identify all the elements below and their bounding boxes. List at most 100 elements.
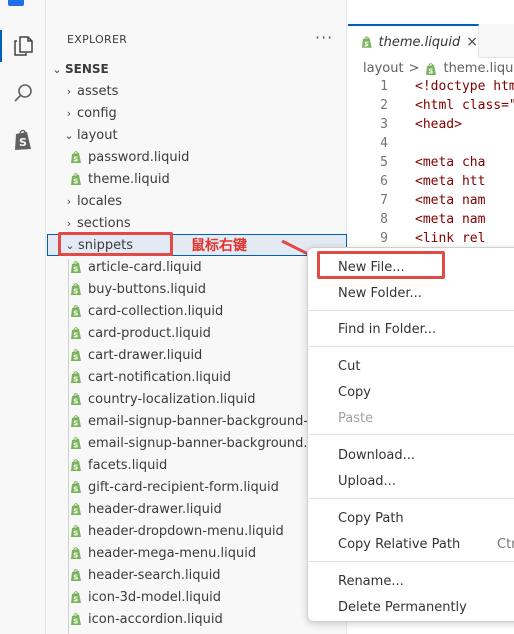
tree-item-label: sections <box>77 215 131 231</box>
breadcrumb-file[interactable]: theme.liquid <box>443 61 514 76</box>
tree-item-label: cart-notification.liquid <box>88 369 232 385</box>
shopify-file-icon: S <box>71 261 81 274</box>
svg-text:S: S <box>73 442 78 450</box>
line-number: 6 <box>380 174 388 189</box>
svg-text:S: S <box>73 156 78 164</box>
tree-file[interactable]: Sicon-3d-model.liquid <box>47 586 347 608</box>
svg-text:S: S <box>73 552 78 560</box>
workspace-root[interactable]: ⌄ SENSE <box>47 58 347 80</box>
code-line[interactable]: 6 <meta htt <box>348 174 514 193</box>
menu-item-cut[interactable]: Cut <box>338 359 360 374</box>
explorer-panel: EXPLORER ··· ⌄ SENSE › assets › config ⌄ layo… <box>47 0 347 634</box>
shopify-file-icon: S <box>71 591 81 604</box>
annotation-highlight-new-file <box>317 251 445 279</box>
menu-item-copy[interactable]: Copy <box>338 385 371 400</box>
context-menu: New File... New Folder... Find in Folder… <box>307 247 514 622</box>
svg-text:S: S <box>73 464 78 472</box>
tree-file[interactable]: Scart-notification.liquid <box>47 366 347 388</box>
menu-item-upload[interactable]: Upload... <box>338 474 396 489</box>
tree-item-label: email-signup-banner-background.liqu <box>88 435 332 451</box>
code-text: <head> <box>415 117 462 132</box>
tree-folder[interactable]: › assets <box>47 80 347 102</box>
tree-item-label: icon-accordion.liquid <box>88 611 223 627</box>
menu-item-rename[interactable]: Rename... <box>338 574 404 589</box>
code-text: <html class=" <box>415 98 514 113</box>
svg-text:S: S <box>73 266 78 274</box>
menu-item-copy-relative-path[interactable]: Copy Relative Path <box>338 537 460 552</box>
tree-file[interactable]: Sgift-card-recipient-form.liquid <box>47 476 347 498</box>
line-number: 8 <box>380 212 388 227</box>
shopify-file-icon: S <box>71 305 81 318</box>
menu-separator <box>309 561 514 562</box>
tree-item-label: icon-3d-model.liquid <box>88 589 222 605</box>
tree-file[interactable]: Scountry-localization.liquid <box>47 388 347 410</box>
tree-item-label: header-search.liquid <box>88 567 221 583</box>
tree-folder[interactable]: › sections <box>47 212 347 234</box>
annotation-highlight-snippets <box>58 232 173 256</box>
tree-item-label: config <box>77 105 117 121</box>
tree-folder[interactable]: › config <box>47 102 347 124</box>
code-line[interactable]: 4 <box>348 136 514 155</box>
menu-separator <box>309 498 514 499</box>
shopify-file-icon: S <box>71 547 81 560</box>
svg-text:S: S <box>73 530 78 538</box>
line-number: 7 <box>380 193 388 208</box>
tree-file[interactable]: Spassword.liquid <box>47 146 347 168</box>
breadcrumb-folder[interactable]: layout <box>363 61 404 76</box>
shopify-file-icon: S <box>71 613 81 626</box>
tree-file[interactable]: Sheader-dropdown-menu.liquid <box>47 520 347 542</box>
chevron-right-icon: › <box>66 194 72 208</box>
tree-folder[interactable]: › locales <box>47 190 347 212</box>
tree-file[interactable]: Stheme.liquid <box>47 168 347 190</box>
tree-file[interactable]: Semail-signup-banner-background.liqu <box>47 432 347 454</box>
close-icon[interactable]: × <box>466 34 478 50</box>
shopify-file-icon: S <box>71 371 81 384</box>
menu-item-new-folder[interactable]: New Folder... <box>338 286 422 301</box>
explorer-title: EXPLORER <box>67 33 128 46</box>
tree-file[interactable]: Scard-product.liquid <box>47 322 347 344</box>
code-line[interactable]: 3 <head> <box>348 117 514 136</box>
tree-item-label: card-collection.liquid <box>88 303 224 319</box>
indent-guide <box>68 259 69 634</box>
svg-text:S: S <box>73 618 78 626</box>
tab-theme-liquid[interactable]: S theme.liquid × <box>348 24 479 58</box>
tree-file[interactable]: Sheader-mega-menu.liquid <box>47 542 347 564</box>
shopify-file-icon: S <box>71 437 81 450</box>
code-line[interactable]: 7 <meta nam <box>348 193 514 212</box>
code-line[interactable]: 2 <html class=" <box>348 98 514 117</box>
tree-file[interactable]: Semail-signup-banner-background-mo <box>47 410 347 432</box>
line-number: 5 <box>380 155 388 170</box>
tree-file[interactable]: Scard-collection.liquid <box>47 300 347 322</box>
line-number: 2 <box>380 98 388 113</box>
code-line[interactable]: 8 <meta nam <box>348 212 514 231</box>
line-number: 9 <box>380 231 388 246</box>
tree-item-label: header-dropdown-menu.liquid <box>88 523 284 539</box>
code-line[interactable]: 1 <!doctype htm <box>348 79 514 98</box>
tab-bar: S theme.liquid × <box>348 24 514 58</box>
code-line[interactable]: 5 <meta cha <box>348 155 514 174</box>
line-number: 1 <box>380 79 388 94</box>
tree-file[interactable]: Sfacets.liquid <box>47 454 347 476</box>
tree-file[interactable]: Scart-drawer.liquid <box>47 344 347 366</box>
menu-item-find-in-folder[interactable]: Find in Folder... <box>338 322 436 337</box>
activity-bar: S <box>0 0 46 634</box>
tree-item-label: password.liquid <box>88 149 190 165</box>
menu-separator <box>309 434 514 435</box>
menu-item-download[interactable]: Download... <box>338 448 415 463</box>
menu-item-copy-path[interactable]: Copy Path <box>338 511 404 526</box>
tree-file[interactable]: Sheader-drawer.liquid <box>47 498 347 520</box>
tree-file[interactable]: Sbuy-buttons.liquid <box>47 278 347 300</box>
tree-file[interactable]: Sheader-search.liquid <box>47 564 347 586</box>
shopify-file-icon: S <box>71 525 81 538</box>
code-text: <link rel <box>415 231 486 246</box>
shopify-icon[interactable]: S <box>0 120 46 160</box>
svg-text:S: S <box>73 486 78 494</box>
search-icon[interactable] <box>0 73 46 113</box>
tree-folder[interactable]: ⌄ layout <box>47 124 347 146</box>
tree-file[interactable]: Sicon-accordion.liquid <box>47 608 347 630</box>
explorer-icon[interactable] <box>0 26 46 66</box>
menu-item-delete-permanently[interactable]: Delete Permanently <box>338 600 467 615</box>
more-actions-icon[interactable]: ··· <box>315 28 333 47</box>
workspace-root-label: SENSE <box>65 62 109 76</box>
svg-text:S: S <box>73 508 78 516</box>
